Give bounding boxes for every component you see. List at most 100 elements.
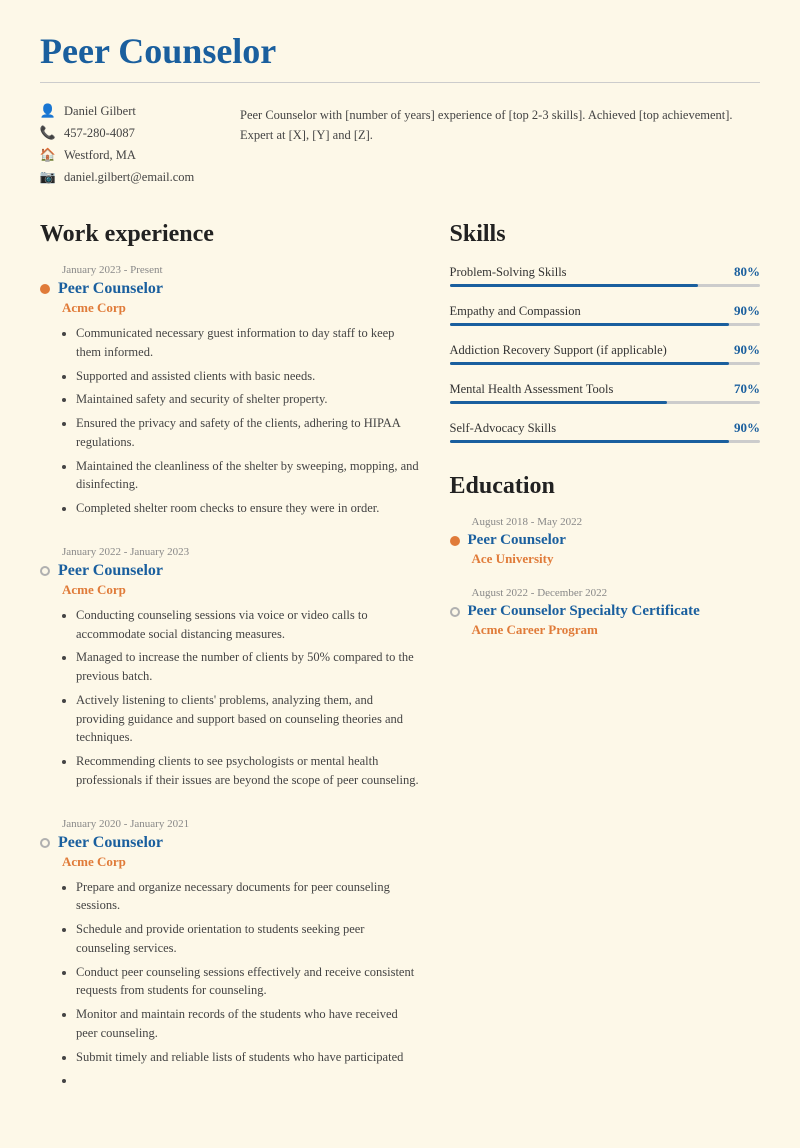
skills-section: Skills Problem-Solving Skills 80% Empath… [450, 221, 761, 443]
contact-name-row: 👤 Daniel Gilbert [40, 103, 220, 119]
skill-bar-fill-1 [450, 284, 698, 287]
skill-bar-bg-4 [450, 401, 761, 404]
contact-phone-row: 📞 457-280-4087 [40, 125, 220, 141]
skill-header-2: Empathy and Compassion 90% [450, 303, 761, 319]
job-date-3: January 2020 - January 2021 [40, 818, 420, 830]
contact-email-row: 📷 daniel.gilbert@email.com [40, 169, 220, 185]
resume-page: Peer Counselor 👤 Daniel Gilbert 📞 457-28… [0, 0, 800, 1148]
contact-location-row: 🏠 Westford, MA [40, 147, 220, 163]
right-column: Skills Problem-Solving Skills 80% Empath… [450, 221, 761, 1118]
skill-name-1: Problem-Solving Skills [450, 265, 567, 280]
bullet-1-5: Maintained the cleanliness of the shelte… [76, 457, 420, 495]
skill-bar-fill-4 [450, 401, 667, 404]
bullet-1-2: Supported and assisted clients with basi… [76, 367, 420, 386]
bullet-3-5: Submit timely and reliable lists of stud… [76, 1048, 420, 1067]
edu-institution-1: Ace University [450, 551, 761, 567]
main-content: Work experience January 2023 - Present P… [40, 221, 760, 1118]
skill-item-3: Addiction Recovery Support (if applicabl… [450, 342, 761, 365]
skill-name-2: Empathy and Compassion [450, 304, 581, 319]
education-title: Education [450, 473, 761, 500]
skill-bar-fill-3 [450, 362, 729, 365]
header-section: 👤 Daniel Gilbert 📞 457-280-4087 🏠 Westfo… [40, 103, 760, 191]
contact-email: daniel.gilbert@email.com [64, 170, 194, 185]
education-section: Education August 2018 - May 2022 Peer Co… [450, 473, 761, 638]
edu-date-1: August 2018 - May 2022 [450, 516, 761, 528]
job-title-row-3: Peer Counselor [40, 834, 420, 852]
skill-header-3: Addiction Recovery Support (if applicabl… [450, 342, 761, 358]
edu-bullet-2 [450, 607, 460, 617]
title-divider [40, 82, 760, 83]
skill-item-4: Mental Health Assessment Tools 70% [450, 381, 761, 404]
contact-location: Westford, MA [64, 148, 136, 163]
bullet-1-1: Communicated necessary guest information… [76, 324, 420, 362]
edu-bullet-1 [450, 536, 460, 546]
skill-bar-fill-2 [450, 323, 729, 326]
skill-item-1: Problem-Solving Skills 80% [450, 264, 761, 287]
bullet-3-6 [76, 1071, 420, 1090]
bullet-dot-1 [40, 284, 50, 294]
skill-percent-1: 80% [734, 264, 760, 280]
skill-bar-bg-1 [450, 284, 761, 287]
bullet-1-3: Maintained safety and security of shelte… [76, 390, 420, 409]
skill-header-1: Problem-Solving Skills 80% [450, 264, 761, 280]
job-bullets-2: Conducting counseling sessions via voice… [40, 606, 420, 790]
skill-percent-2: 90% [734, 303, 760, 319]
bullet-2-3: Actively listening to clients' problems,… [76, 691, 420, 747]
email-icon: 📷 [40, 169, 56, 185]
job-title-row-1: Peer Counselor [40, 280, 420, 298]
skill-bar-bg-3 [450, 362, 761, 365]
contact-name: Daniel Gilbert [64, 104, 136, 119]
skill-name-4: Mental Health Assessment Tools [450, 382, 614, 397]
skill-percent-3: 90% [734, 342, 760, 358]
skill-percent-5: 90% [734, 420, 760, 436]
job-entry-1: January 2023 - Present Peer Counselor Ac… [40, 264, 420, 518]
skill-header-5: Self-Advocacy Skills 90% [450, 420, 761, 436]
edu-title-2: Peer Counselor Specialty Certificate [468, 603, 700, 620]
job-bullets-3: Prepare and organize necessary documents… [40, 878, 420, 1091]
skill-item-5: Self-Advocacy Skills 90% [450, 420, 761, 443]
job-title-2: Peer Counselor [58, 562, 163, 580]
work-experience-section: Work experience January 2023 - Present P… [40, 221, 420, 1118]
job-entry-3: January 2020 - January 2021 Peer Counsel… [40, 818, 420, 1091]
skill-bar-bg-2 [450, 323, 761, 326]
edu-title-1: Peer Counselor [468, 532, 566, 549]
skill-header-4: Mental Health Assessment Tools 70% [450, 381, 761, 397]
resume-title: Peer Counselor [40, 30, 760, 72]
job-date-1: January 2023 - Present [40, 264, 420, 276]
work-experience-title: Work experience [40, 221, 420, 248]
bullet-1-6: Completed shelter room checks to ensure … [76, 499, 420, 518]
edu-title-row-1: Peer Counselor [450, 532, 761, 549]
skill-percent-4: 70% [734, 381, 760, 397]
edu-entry-1: August 2018 - May 2022 Peer Counselor Ac… [450, 516, 761, 567]
bullet-dot-2 [40, 566, 50, 576]
location-icon: 🏠 [40, 147, 56, 163]
job-title-row-2: Peer Counselor [40, 562, 420, 580]
phone-icon: 📞 [40, 125, 56, 141]
job-date-2: January 2022 - January 2023 [40, 546, 420, 558]
person-icon: 👤 [40, 103, 56, 119]
bullet-dot-3 [40, 838, 50, 848]
skills-title: Skills [450, 221, 761, 248]
company-3: Acme Corp [40, 854, 420, 870]
bullet-2-2: Managed to increase the number of client… [76, 648, 420, 686]
job-title-1: Peer Counselor [58, 280, 163, 298]
bullet-3-4: Monitor and maintain records of the stud… [76, 1005, 420, 1043]
skill-bar-bg-5 [450, 440, 761, 443]
edu-institution-2: Acme Career Program [450, 622, 761, 638]
job-bullets-1: Communicated necessary guest information… [40, 324, 420, 518]
skill-bar-fill-5 [450, 440, 729, 443]
skill-name-5: Self-Advocacy Skills [450, 421, 557, 436]
bullet-3-1: Prepare and organize necessary documents… [76, 878, 420, 916]
job-entry-2: January 2022 - January 2023 Peer Counsel… [40, 546, 420, 790]
edu-title-row-2: Peer Counselor Specialty Certificate [450, 603, 761, 620]
company-2: Acme Corp [40, 582, 420, 598]
bullet-3-3: Conduct peer counseling sessions effecti… [76, 963, 420, 1001]
bullet-3-2: Schedule and provide orientation to stud… [76, 920, 420, 958]
company-1: Acme Corp [40, 300, 420, 316]
contact-info: 👤 Daniel Gilbert 📞 457-280-4087 🏠 Westfo… [40, 103, 220, 191]
job-title-3: Peer Counselor [58, 834, 163, 852]
bullet-2-1: Conducting counseling sessions via voice… [76, 606, 420, 644]
bullet-1-4: Ensured the privacy and safety of the cl… [76, 414, 420, 452]
bullet-2-4: Recommending clients to see psychologist… [76, 752, 420, 790]
skill-item-2: Empathy and Compassion 90% [450, 303, 761, 326]
